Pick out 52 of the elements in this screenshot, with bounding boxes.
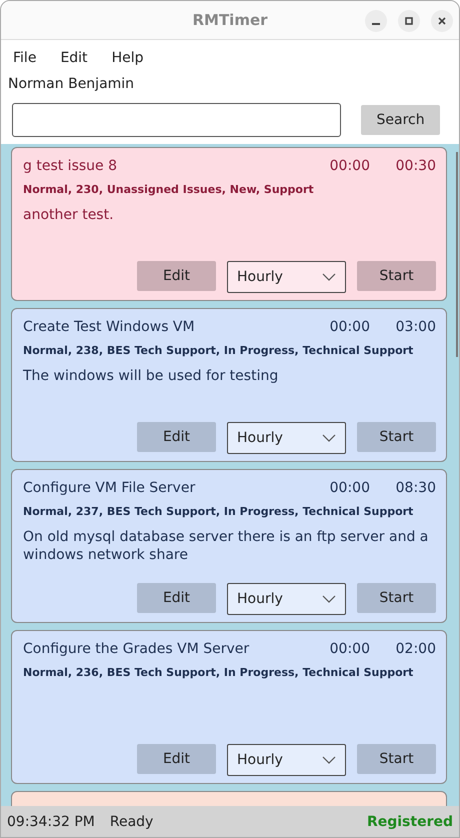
maximize-button[interactable] (398, 10, 420, 32)
edit-button[interactable]: Edit (137, 744, 216, 774)
edit-button[interactable]: Edit (137, 422, 216, 452)
menu-item[interactable]: Help (112, 50, 144, 66)
elapsed-time: 00:00 (328, 319, 370, 335)
start-button[interactable]: Start (357, 422, 436, 452)
issue-description: another test. (23, 206, 115, 224)
status-message: Ready (110, 814, 154, 830)
chevron-down-icon (322, 273, 336, 281)
menu-item[interactable]: Edit (60, 50, 88, 66)
search-button[interactable]: Search (361, 105, 440, 135)
issue-title: Configure VM File Server (23, 480, 196, 496)
rate-dropdown[interactable]: Hourly (227, 261, 346, 293)
chevron-down-icon (322, 595, 336, 603)
issue-description: The windows will be used for testing (23, 367, 280, 385)
start-button[interactable]: Start (357, 583, 436, 613)
maximize-icon (404, 16, 414, 26)
start-button[interactable]: Start (357, 744, 436, 774)
user-name: Norman Benjamin (7, 75, 136, 94)
elapsed-time: 00:00 (328, 158, 370, 174)
close-button[interactable] (431, 10, 453, 32)
elapsed-time: 00:00 (328, 641, 370, 657)
issue-title: Configure the Grades VM Server (23, 641, 250, 657)
estimated-time: 08:30 (394, 480, 436, 496)
rate-dropdown[interactable]: Hourly (227, 583, 346, 615)
issue-tags: Normal, 238, BES Tech Support, In Progress, Technical Support (23, 344, 436, 357)
issue-title: g test issue 8 (23, 158, 118, 174)
estimated-time: 00:30 (394, 158, 436, 174)
chevron-down-icon (322, 434, 336, 442)
minimize-button[interactable] (365, 10, 387, 32)
edit-button[interactable]: Edit (137, 261, 216, 291)
menu-item[interactable]: File (13, 50, 36, 66)
rate-dropdown[interactable]: Hourly (227, 422, 346, 454)
chevron-down-icon (322, 756, 336, 764)
scrollbar-thumb[interactable] (456, 152, 458, 357)
start-button[interactable]: Start (357, 261, 436, 291)
estimated-time: 02:00 (394, 641, 436, 657)
close-icon (437, 16, 447, 26)
status-time: 09:34:32 PM (7, 814, 95, 830)
issue-title: Create Test Windows VM (23, 319, 196, 335)
elapsed-time: 00:00 (328, 480, 370, 496)
window-title: RMTimer (192, 11, 268, 29)
estimated-time: 03:00 (394, 319, 436, 335)
edit-button[interactable]: Edit (137, 583, 216, 613)
issue-tags: Normal, 230, Unassigned Issues, New, Support (23, 183, 436, 196)
registration-status: Registered (366, 814, 453, 830)
search-field[interactable] (12, 103, 342, 137)
issue-tags: Normal, 237, BES Tech Support, In Progress, Technical Support (23, 505, 436, 518)
issue-tags: Normal, 236, BES Tech Support, In Progress, Technical Support (23, 666, 436, 679)
rate-dropdown[interactable]: Hourly (227, 744, 346, 776)
minimize-icon (372, 23, 380, 25)
issue-description: On old mysql database server there is an ftp server and a windows network share (23, 528, 430, 564)
